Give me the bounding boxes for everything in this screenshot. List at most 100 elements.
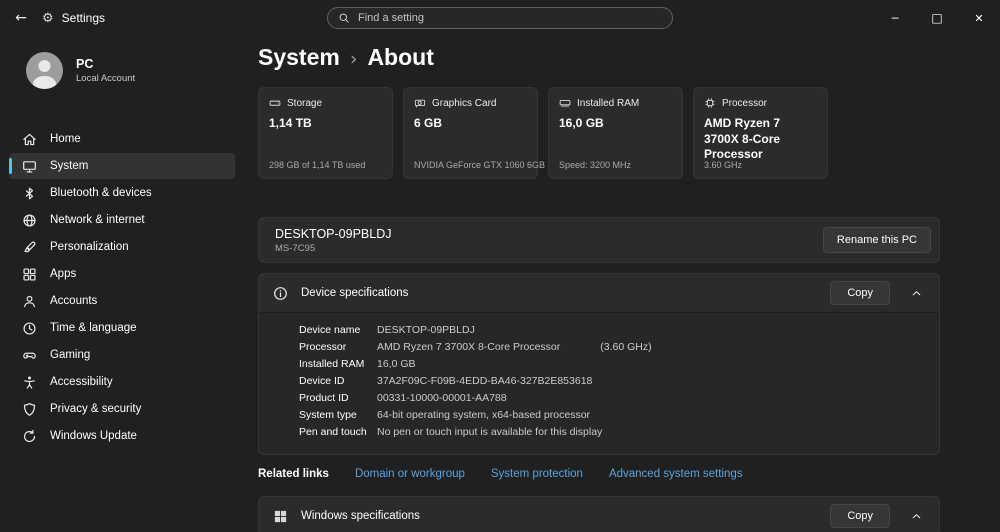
card-value: AMD Ryzen 7 3700X 8-Core Processor — [704, 116, 781, 162]
sidebar-item-time-language[interactable]: Time & language — [9, 315, 235, 341]
clock-icon — [22, 321, 37, 336]
spec-row: Installed RAM 16,0 GB — [299, 356, 939, 373]
section-title: Device specifications — [301, 287, 409, 299]
storage-card: Storage 1,14 TB 298 GB of 1,14 TB used — [258, 87, 393, 179]
settings-window: ← ⚙ Settings ─ □ ✕ — [0, 0, 1000, 532]
window-controls: ─ □ ✕ — [874, 0, 1000, 36]
sidebar-item-label: Windows Update — [50, 430, 137, 442]
sidebar-item-apps[interactable]: Apps — [9, 261, 235, 287]
copy-windows-specs-button[interactable]: Copy — [830, 504, 890, 528]
sidebar-item-label: Bluetooth & devices — [50, 187, 152, 199]
sidebar-item-label: Time & language — [50, 322, 137, 334]
main-content: System › About Storage 1,14 TB 298 GB of… — [244, 36, 1000, 532]
breadcrumb-system[interactable]: System — [258, 44, 340, 71]
device-name-panel: DESKTOP-09PBLDJ MS-7C95 Rename this PC — [258, 217, 940, 263]
avatar — [26, 51, 63, 89]
update-refresh-icon — [22, 429, 37, 444]
graphics-card-card: Graphics Card 6 GB NVIDIA GeForce GTX 10… — [403, 87, 545, 179]
sidebar-item-accessibility[interactable]: Accessibility — [9, 369, 235, 395]
windows-logo-icon — [274, 510, 287, 522]
back-arrow-icon: ← — [15, 10, 27, 26]
card-detail: 298 GB of 1,14 TB used — [269, 160, 366, 170]
sidebar-item-label: Privacy & security — [50, 403, 142, 415]
spec-row: System type 64-bit operating system, x64… — [299, 407, 939, 424]
user-account[interactable]: PC Local Account — [0, 40, 244, 96]
account-person-icon — [22, 294, 37, 309]
installed-ram-card: Installed RAM 16,0 GB Speed: 3200 MHz — [548, 87, 683, 179]
maximize-button[interactable]: □ — [916, 0, 958, 36]
monitor-icon — [22, 159, 37, 174]
card-label: Graphics Card — [432, 97, 497, 109]
info-icon — [274, 286, 287, 300]
link-domain-or-workgroup[interactable]: Domain or workgroup — [355, 468, 465, 480]
spec-value: 00331-10000-00001-AA788 — [377, 392, 507, 404]
spec-label: Installed RAM — [299, 358, 365, 370]
spec-value: 64-bit operating system, x64-based proce… — [377, 409, 591, 421]
accessibility-icon — [22, 375, 37, 390]
globe-icon — [22, 213, 37, 228]
copy-device-specs-button[interactable]: Copy — [830, 281, 890, 305]
spec-extra: (3.60 GHz) — [600, 341, 652, 353]
search-box[interactable] — [327, 7, 673, 29]
device-specifications-header[interactable]: Device specifications Copy — [259, 274, 939, 312]
app-title: ⚙ Settings — [42, 11, 105, 26]
sidebar-item-label: Gaming — [50, 349, 91, 361]
processor-card: Processor AMD Ryzen 7 3700X 8-Core Proce… — [693, 87, 828, 179]
sidebar-item-accounts[interactable]: Accounts — [9, 288, 235, 314]
spec-row: Device ID 37A2F09C-F09B-4EDD-BA46-327B2E… — [299, 373, 939, 390]
page-title: About — [367, 44, 434, 70]
sidebar-item-home[interactable]: Home — [9, 126, 235, 152]
chevron-up-icon[interactable] — [905, 282, 927, 304]
rename-pc-button[interactable]: Rename this PC — [822, 227, 931, 253]
sidebar-item-label: Accessibility — [50, 376, 113, 388]
sidebar-item-label: Home — [50, 133, 81, 145]
sidebar-item-label: System — [50, 160, 89, 172]
sidebar-item-network-internet[interactable]: Network & internet — [9, 207, 235, 233]
section-title: Windows specifications — [301, 510, 420, 522]
user-name: PC — [76, 57, 94, 72]
titlebar: ← ⚙ Settings ─ □ ✕ — [0, 0, 1000, 36]
gpu-icon — [414, 99, 426, 108]
sidebar-item-bluetooth-devices[interactable]: Bluetooth & devices — [9, 180, 235, 206]
spec-label: Pen and touch — [299, 426, 367, 438]
sidebar-item-gaming[interactable]: Gaming — [9, 342, 235, 368]
ram-icon — [559, 100, 571, 108]
card-value: 6 GB — [414, 116, 443, 130]
spec-value: No pen or touch input is available for t… — [377, 426, 603, 438]
card-value: 16,0 GB — [559, 116, 604, 130]
chevron-up-icon[interactable] — [905, 505, 927, 527]
search-input[interactable] — [358, 12, 662, 24]
sidebar-item-label: Accounts — [50, 295, 98, 307]
breadcrumb-separator-icon: › — [349, 47, 358, 70]
spec-value: AMD Ryzen 7 3700X 8-Core Processor — [377, 341, 561, 353]
user-subtitle: Local Account — [76, 72, 136, 84]
back-button[interactable]: ← — [0, 0, 42, 36]
spec-label: Device ID — [299, 375, 345, 387]
link-system-protection[interactable]: System protection — [491, 468, 583, 480]
device-specifications-panel: Device specifications Copy Device name D… — [258, 273, 940, 455]
device-name-block: DESKTOP-09PBLDJ MS-7C95 — [275, 227, 391, 254]
link-advanced-system-settings[interactable]: Advanced system settings — [609, 468, 743, 480]
sidebar-item-windows-update[interactable]: Windows Update — [9, 423, 235, 449]
sidebar-item-system[interactable]: System — [9, 153, 235, 179]
sidebar-item-personalization[interactable]: Personalization — [9, 234, 235, 260]
windows-specifications-header[interactable]: Windows specifications Copy — [259, 497, 939, 532]
app-title-label: Settings — [61, 11, 106, 25]
card-label: Storage — [287, 97, 323, 109]
minimize-button[interactable]: ─ — [874, 0, 916, 36]
spec-label: Product ID — [299, 392, 349, 404]
close-button[interactable]: ✕ — [958, 0, 1000, 36]
spec-row: Product ID 00331-10000-00001-AA788 — [299, 390, 939, 407]
spec-value: DESKTOP-09PBLDJ — [377, 324, 475, 336]
game-controller-icon — [22, 348, 37, 363]
sidebar-item-label: Personalization — [50, 241, 129, 253]
sidebar-item-privacy-security[interactable]: Privacy & security — [9, 396, 235, 422]
spec-row: Device name DESKTOP-09PBLDJ — [299, 322, 939, 339]
spec-label: Processor — [299, 341, 347, 353]
card-label: Processor — [722, 97, 768, 109]
bluetooth-icon — [22, 186, 37, 201]
card-detail: Speed: 3200 MHz — [559, 160, 632, 170]
settings-gear-icon: ⚙ — [42, 10, 54, 26]
spec-label: Device name — [299, 324, 361, 336]
windows-specifications-panel: Windows specifications Copy — [258, 496, 940, 532]
